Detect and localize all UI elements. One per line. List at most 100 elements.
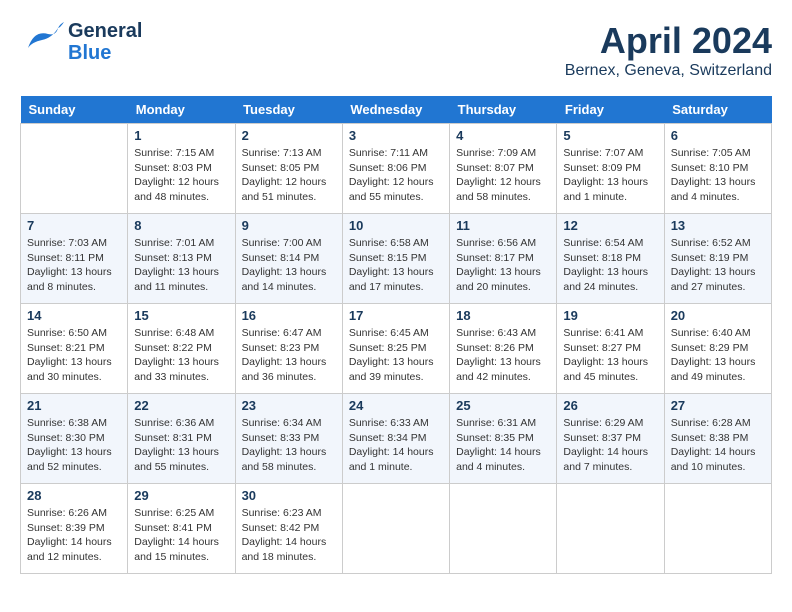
day-info: Sunrise: 6:38 AMSunset: 8:30 PMDaylight:…: [27, 416, 121, 475]
calendar-cell: 6 Sunrise: 7:05 AMSunset: 8:10 PMDaylight…: [664, 124, 771, 214]
calendar-cell: 26 Sunrise: 6:29 AMSunset: 8:37 PMDayligh…: [557, 394, 664, 484]
weekday-header: Sunday: [21, 96, 128, 124]
location: Bernex, Geneva, Switzerland: [565, 62, 772, 80]
calendar-cell: 21 Sunrise: 6:38 AMSunset: 8:30 PMDayligh…: [21, 394, 128, 484]
day-info: Sunrise: 7:00 AMSunset: 8:14 PMDaylight:…: [242, 236, 336, 295]
day-number: 15: [134, 308, 228, 323]
day-info: Sunrise: 6:26 AMSunset: 8:39 PMDaylight:…: [27, 506, 121, 565]
calendar-cell: 29 Sunrise: 6:25 AMSunset: 8:41 PMDayligh…: [128, 484, 235, 574]
day-info: Sunrise: 6:36 AMSunset: 8:31 PMDaylight:…: [134, 416, 228, 475]
calendar-cell: 23 Sunrise: 6:34 AMSunset: 8:33 PMDayligh…: [235, 394, 342, 484]
calendar-cell: [557, 484, 664, 574]
day-number: 4: [456, 128, 550, 143]
calendar-cell: 13Sunrise: 6:52 AMSunset: 8:19 PMDayligh…: [664, 214, 771, 304]
day-number: 27: [671, 398, 765, 413]
weekday-header: Monday: [128, 96, 235, 124]
weekday-header: Friday: [557, 96, 664, 124]
day-number: 29: [134, 488, 228, 503]
day-number: 13: [671, 218, 765, 233]
logo-blue: Blue: [68, 42, 142, 64]
day-number: 5: [563, 128, 657, 143]
day-number: 2: [242, 128, 336, 143]
day-info: Sunrise: 6:34 AMSunset: 8:33 PMDaylight:…: [242, 416, 336, 475]
calendar-cell: 24 Sunrise: 6:33 AMSunset: 8:34 PMDayligh…: [342, 394, 449, 484]
calendar-cell: 14 Sunrise: 6:50 AMSunset: 8:21 PMDayligh…: [21, 304, 128, 394]
day-number: 10: [349, 218, 443, 233]
weekday-header: Tuesday: [235, 96, 342, 124]
calendar-cell: 7 Sunrise: 7:03 AMSunset: 8:11 PMDaylight…: [21, 214, 128, 304]
day-number: 9: [242, 218, 336, 233]
day-number: 12: [563, 218, 657, 233]
calendar-cell: 8 Sunrise: 7:01 AMSunset: 8:13 PMDaylight…: [128, 214, 235, 304]
calendar-cell: 16 Sunrise: 6:47 AMSunset: 8:23 PMDayligh…: [235, 304, 342, 394]
day-info: Sunrise: 6:41 AMSunset: 8:27 PMDaylight:…: [563, 326, 657, 385]
calendar-table: SundayMondayTuesdayWednesdayThursdayFrid…: [20, 96, 772, 574]
calendar-cell: 2 Sunrise: 7:13 AMSunset: 8:05 PMDaylight…: [235, 124, 342, 214]
day-number: 11: [456, 218, 550, 233]
day-info: Sunrise: 6:25 AMSunset: 8:41 PMDaylight:…: [134, 506, 228, 565]
day-number: 28: [27, 488, 121, 503]
day-info: Sunrise: 6:28 AMSunset: 8:38 PMDaylight:…: [671, 416, 765, 475]
day-info: Sunrise: 6:31 AMSunset: 8:35 PMDaylight:…: [456, 416, 550, 475]
calendar-cell: [450, 484, 557, 574]
calendar-cell: 18 Sunrise: 6:43 AMSunset: 8:26 PMDayligh…: [450, 304, 557, 394]
day-info: Sunrise: 6:43 AMSunset: 8:26 PMDaylight:…: [456, 326, 550, 385]
day-info: Sunrise: 6:47 AMSunset: 8:23 PMDaylight:…: [242, 326, 336, 385]
day-number: 25: [456, 398, 550, 413]
day-info: Sunrise: 6:56 AMSunset: 8:17 PMDaylight:…: [456, 236, 550, 295]
day-info: Sunrise: 7:01 AMSunset: 8:13 PMDaylight:…: [134, 236, 228, 295]
calendar-cell: 30Sunrise: 6:23 AMSunset: 8:42 PMDayligh…: [235, 484, 342, 574]
day-info: Sunrise: 6:48 AMSunset: 8:22 PMDaylight:…: [134, 326, 228, 385]
weekday-header: Thursday: [450, 96, 557, 124]
calendar-cell: [342, 484, 449, 574]
calendar-cell: 28 Sunrise: 6:26 AMSunset: 8:39 PMDayligh…: [21, 484, 128, 574]
day-info: Sunrise: 6:40 AMSunset: 8:29 PMDaylight:…: [671, 326, 765, 385]
calendar-cell: [664, 484, 771, 574]
calendar-cell: 10 Sunrise: 6:58 AMSunset: 8:15 PMDayligh…: [342, 214, 449, 304]
logo: General Blue: [20, 20, 142, 64]
calendar-cell: 20 Sunrise: 6:40 AMSunset: 8:29 PMDayligh…: [664, 304, 771, 394]
day-number: 23: [242, 398, 336, 413]
day-number: 21: [27, 398, 121, 413]
day-number: 8: [134, 218, 228, 233]
day-info: Sunrise: 7:05 AMSunset: 8:10 PMDaylight:…: [671, 146, 765, 205]
day-info: Sunrise: 7:07 AMSunset: 8:09 PMDaylight:…: [563, 146, 657, 205]
day-number: 6: [671, 128, 765, 143]
day-info: Sunrise: 6:45 AMSunset: 8:25 PMDaylight:…: [349, 326, 443, 385]
day-number: 3: [349, 128, 443, 143]
calendar-cell: 19 Sunrise: 6:41 AMSunset: 8:27 PMDayligh…: [557, 304, 664, 394]
day-number: 19: [563, 308, 657, 323]
day-number: 22: [134, 398, 228, 413]
calendar-cell: 22 Sunrise: 6:36 AMSunset: 8:31 PMDayligh…: [128, 394, 235, 484]
day-number: 17: [349, 308, 443, 323]
calendar-cell: 15 Sunrise: 6:48 AMSunset: 8:22 PMDayligh…: [128, 304, 235, 394]
day-number: 1: [134, 128, 228, 143]
day-number: 26: [563, 398, 657, 413]
calendar-cell: 27 Sunrise: 6:28 AMSunset: 8:38 PMDayligh…: [664, 394, 771, 484]
day-number: 24: [349, 398, 443, 413]
day-info: Sunrise: 7:03 AMSunset: 8:11 PMDaylight:…: [27, 236, 121, 295]
day-info: Sunrise: 6:50 AMSunset: 8:21 PMDaylight:…: [27, 326, 121, 385]
calendar-cell: 12 Sunrise: 6:54 AMSunset: 8:18 PMDayligh…: [557, 214, 664, 304]
calendar-cell: 11 Sunrise: 6:56 AMSunset: 8:17 PMDayligh…: [450, 214, 557, 304]
calendar-cell: 1Sunrise: 7:15 AMSunset: 8:03 PMDaylight…: [128, 124, 235, 214]
title-block: April 2024 Bernex, Geneva, Switzerland: [565, 20, 772, 80]
day-info: Sunrise: 7:13 AMSunset: 8:05 PMDaylight:…: [242, 146, 336, 205]
day-number: 20: [671, 308, 765, 323]
day-number: 18: [456, 308, 550, 323]
calendar-cell: 3Sunrise: 7:11 AMSunset: 8:06 PMDaylight…: [342, 124, 449, 214]
calendar-cell: 4Sunrise: 7:09 AMSunset: 8:07 PMDaylight…: [450, 124, 557, 214]
calendar-cell: 5 Sunrise: 7:07 AMSunset: 8:09 PMDaylight…: [557, 124, 664, 214]
calendar-cell: 9 Sunrise: 7:00 AMSunset: 8:14 PMDaylight…: [235, 214, 342, 304]
day-info: Sunrise: 6:33 AMSunset: 8:34 PMDaylight:…: [349, 416, 443, 475]
day-info: Sunrise: 6:29 AMSunset: 8:37 PMDaylight:…: [563, 416, 657, 475]
day-info: Sunrise: 6:54 AMSunset: 8:18 PMDaylight:…: [563, 236, 657, 295]
calendar-cell: [21, 124, 128, 214]
day-number: 14: [27, 308, 121, 323]
day-info: Sunrise: 6:23 AMSunset: 8:42 PMDaylight:…: [242, 506, 336, 565]
weekday-header: Saturday: [664, 96, 771, 124]
day-number: 7: [27, 218, 121, 233]
day-info: Sunrise: 6:58 AMSunset: 8:15 PMDaylight:…: [349, 236, 443, 295]
logo-general: General: [68, 20, 142, 42]
day-number: 16: [242, 308, 336, 323]
